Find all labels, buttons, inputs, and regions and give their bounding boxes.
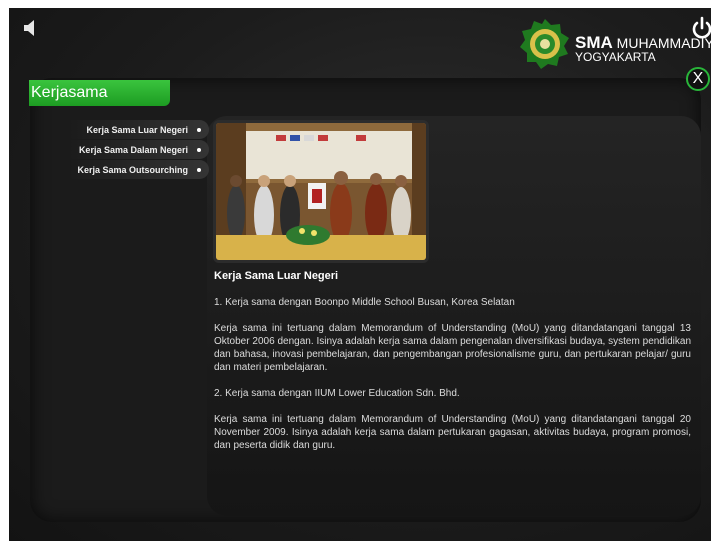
menu-item-label: Kerja Sama Outsourching <box>77 164 188 175</box>
article-paragraph: Kerja sama ini tertuang dalam Memorandum… <box>214 414 691 451</box>
close-button[interactable]: X <box>686 67 710 91</box>
school-name: SMA MUHAMMADIYAH 1 YOGYAKARTA <box>575 34 711 64</box>
school-logo <box>520 19 569 69</box>
side-menu: Kerja Sama Luar Negeri Kerja Sama Dalam … <box>69 120 209 180</box>
menu-item-dalam-negeri[interactable]: Kerja Sama Dalam Negeri <box>69 140 209 159</box>
photo-illustration <box>216 123 426 260</box>
article-paragraph: Kerja sama ini tertuang dalam Memorandum… <box>214 323 691 373</box>
close-icon: X <box>692 70 704 87</box>
school-name-rest: MUHAMMADIYAH 1 <box>616 35 711 51</box>
menu-item-label: Kerja Sama Luar Negeri <box>86 124 188 135</box>
bullet-icon <box>197 147 201 152</box>
article-title: Kerja Sama Luar Negeri <box>214 270 339 282</box>
bullet-icon <box>197 127 201 132</box>
article: Kerja Sama Luar Negeri 1. Kerja sama den… <box>214 270 691 465</box>
menu-item-luar-negeri[interactable]: Kerja Sama Luar Negeri <box>69 120 209 139</box>
menu-item-label: Kerja Sama Dalam Negeri <box>78 144 188 155</box>
app-screen: SMA MUHAMMADIYAH 1 YOGYAKARTA X Kerjasam… <box>9 8 711 541</box>
school-city: YOGYAKARTA <box>575 50 656 64</box>
article-paragraph: 1. Kerja sama dengan Boonpo Middle Schoo… <box>214 297 515 308</box>
cooperation-photo <box>213 120 429 263</box>
speaker-icon[interactable] <box>23 18 39 38</box>
bullet-icon <box>197 167 201 172</box>
article-paragraph: 2. Kerja sama dengan IIUM Lower Educatio… <box>214 388 460 399</box>
section-title: Kerjasama <box>29 80 170 106</box>
menu-item-outsourching[interactable]: Kerja Sama Outsourching <box>69 160 209 179</box>
